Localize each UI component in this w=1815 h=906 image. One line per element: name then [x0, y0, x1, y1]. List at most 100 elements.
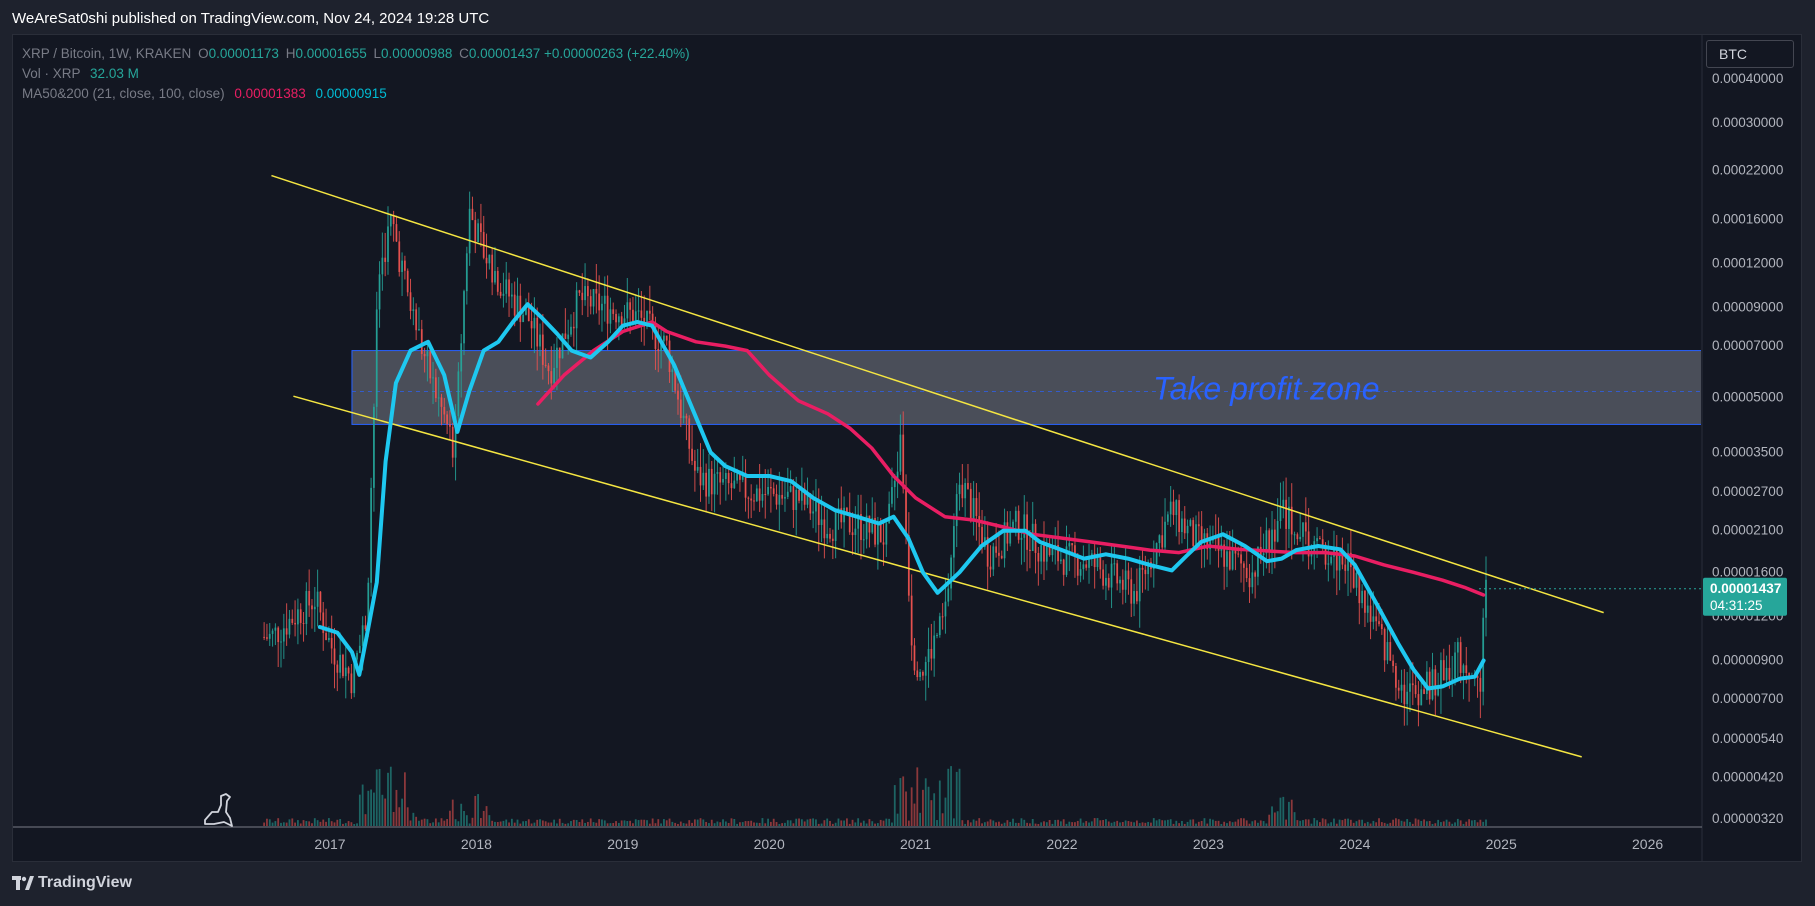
- replay-icon[interactable]: [204, 793, 233, 827]
- candle-body: [679, 399, 682, 419]
- volume-bar: [660, 823, 662, 826]
- candle-body: [443, 406, 446, 415]
- volume-bar: [654, 823, 657, 826]
- volume-bar: [829, 820, 831, 826]
- volume-bar: [1459, 820, 1462, 826]
- x-tick-label: 2018: [461, 836, 492, 852]
- volume-bar: [862, 820, 865, 826]
- candle-body: [1372, 616, 1375, 622]
- price-chart[interactable]: Take profit zone 0.000400000.000300000.0…: [0, 0, 1815, 906]
- volume-bar: [995, 822, 998, 826]
- volume-bar: [1245, 820, 1248, 826]
- volume-bar: [679, 821, 682, 826]
- volume-bar: [860, 822, 862, 826]
- volume-bar: [843, 820, 845, 826]
- candle-body: [1338, 555, 1341, 571]
- volume-bar: [311, 823, 313, 826]
- candle-body: [299, 609, 302, 623]
- volume-bar: [784, 822, 786, 826]
- volume-bar: [913, 803, 916, 826]
- volume-bar: [668, 818, 671, 826]
- volume-bar: [496, 822, 499, 826]
- candle-body: [313, 606, 316, 610]
- volume-bar: [1380, 822, 1383, 826]
- volume-bar: [1268, 814, 1271, 826]
- candle-body: [567, 334, 570, 339]
- volume-bar: [1409, 822, 1411, 826]
- volume-bar: [615, 821, 617, 826]
- volume-bar: [1341, 820, 1344, 826]
- high-value: 0.00001655: [295, 46, 367, 61]
- volume-bar: [1014, 822, 1017, 826]
- volume-bar: [1285, 819, 1288, 826]
- volume-bar: [1158, 819, 1161, 826]
- candle-body: [1330, 556, 1333, 564]
- candle-body: [342, 654, 344, 677]
- volume-bar: [876, 823, 879, 826]
- candle-body: [1442, 660, 1445, 681]
- volume-bar: [1310, 823, 1313, 826]
- volume-bar: [392, 811, 395, 826]
- volume-label[interactable]: Vol · XRP: [22, 66, 80, 81]
- volume-bar: [1395, 818, 1397, 826]
- candle-body: [595, 289, 598, 294]
- volume-bar: [896, 813, 899, 826]
- volume-bar: [358, 794, 361, 826]
- volume-bar: [967, 820, 969, 826]
- volume-bar: [930, 800, 933, 826]
- volume-bar: [1344, 818, 1347, 826]
- candle-body: [1000, 555, 1003, 559]
- volume-bar: [1048, 819, 1051, 826]
- candle-body: [758, 488, 761, 501]
- candle-body: [913, 645, 916, 671]
- volume-bar: [1318, 822, 1321, 826]
- candle-body: [1242, 563, 1245, 568]
- last-price-value: 0.00001437: [1710, 581, 1781, 596]
- volume-bar: [674, 822, 677, 826]
- volume-bar: [1271, 806, 1273, 826]
- volume-bar: [454, 819, 457, 826]
- candle-body: [1231, 549, 1234, 570]
- ma-label[interactable]: MA50&200 (21, close, 100, close): [22, 86, 225, 101]
- volume-bar: [1273, 812, 1276, 826]
- candle-body: [747, 497, 750, 499]
- volume-bar: [584, 822, 586, 826]
- volume-bar: [1068, 821, 1071, 826]
- volume-bar: [938, 780, 941, 826]
- candle-body: [727, 472, 730, 484]
- volume-bar: [955, 771, 958, 826]
- volume-bar: [1451, 823, 1454, 826]
- candle-body: [1369, 605, 1372, 622]
- volume-bar: [589, 818, 592, 826]
- volume-bar: [302, 820, 305, 826]
- volume-bar: [1212, 819, 1214, 826]
- volume-bar: [592, 822, 595, 826]
- volume-bar: [998, 821, 1000, 826]
- volume-bar: [617, 822, 620, 826]
- volume-bar: [992, 820, 995, 826]
- candle-body: [685, 415, 688, 419]
- candle-body: [1195, 524, 1197, 546]
- volume-bar: [705, 821, 708, 826]
- volume-bar: [1482, 821, 1485, 826]
- candle-body: [826, 533, 829, 539]
- symbol-label[interactable]: XRP / Bitcoin, 1W, KRAKEN: [22, 46, 191, 61]
- volume-bar: [1442, 821, 1445, 826]
- volume-bar: [398, 807, 401, 826]
- candle-body: [319, 591, 322, 613]
- volume-bar: [879, 819, 882, 826]
- volume-bar: [1366, 821, 1369, 826]
- volume-bar: [699, 818, 702, 826]
- candle-body: [502, 293, 505, 296]
- candle-body: [1068, 543, 1071, 547]
- open-key: O: [198, 46, 209, 61]
- candle-body: [876, 523, 879, 545]
- currency-selector[interactable]: BTC: [1706, 40, 1794, 68]
- y-tick-label: 0.00005000: [1712, 390, 1783, 405]
- volume-bar: [708, 823, 710, 826]
- x-tick-label: 2021: [900, 836, 931, 852]
- volume-bar: [1057, 819, 1059, 826]
- volume-bar: [747, 821, 750, 826]
- candle-body: [1240, 554, 1242, 564]
- tradingview-logo[interactable]: TradingView: [12, 874, 132, 892]
